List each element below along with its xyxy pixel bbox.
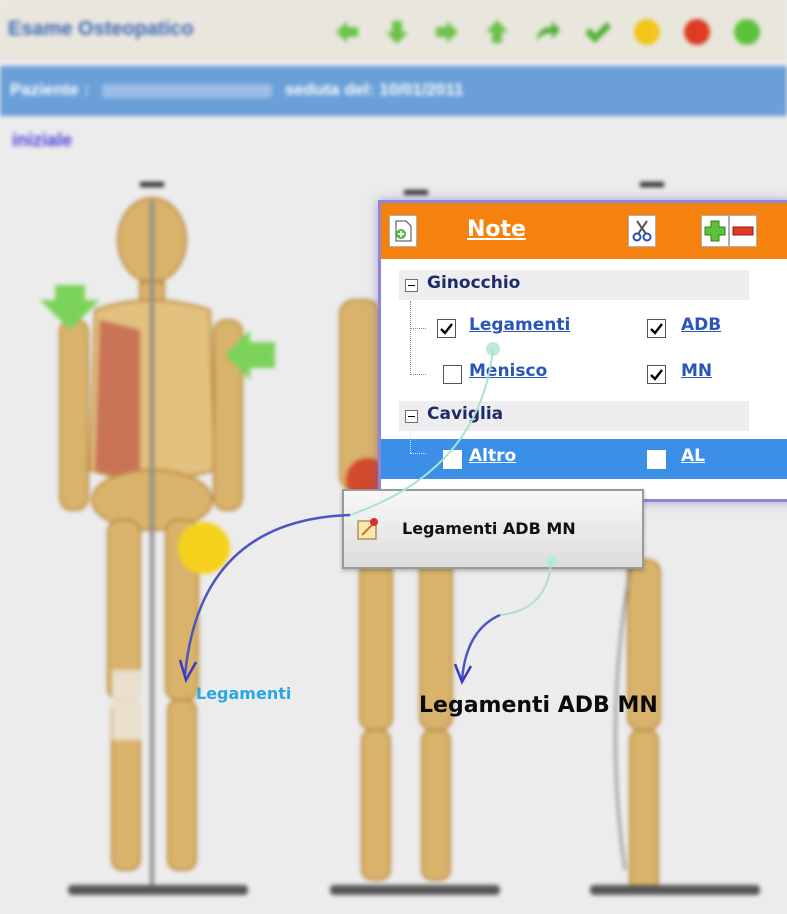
arrow-head xyxy=(178,659,198,684)
callout-arrows xyxy=(178,342,557,685)
callout-label-large: Legamenti ADB MN xyxy=(419,693,658,718)
callout-label-small: Legamenti xyxy=(196,684,292,703)
